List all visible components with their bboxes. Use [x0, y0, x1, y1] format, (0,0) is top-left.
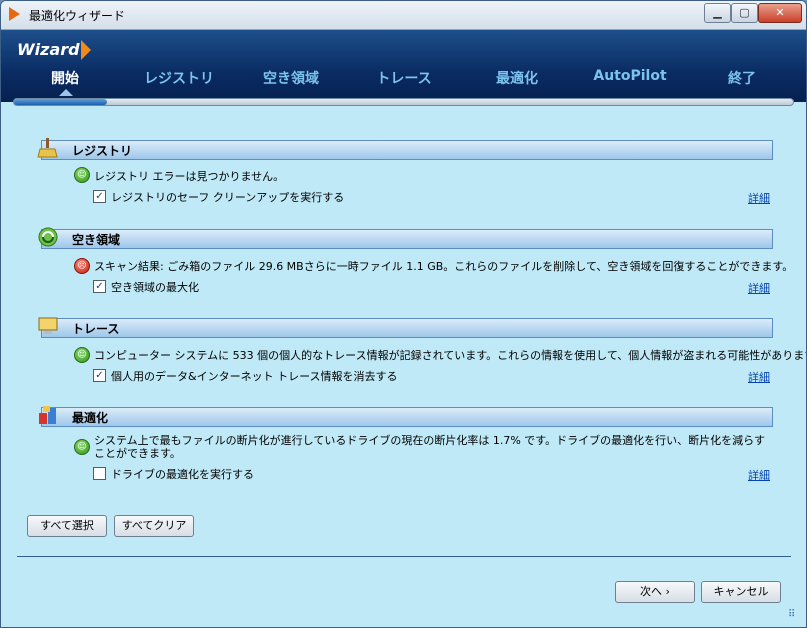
optimize-checkbox-label[interactable]: ドライブの最適化を実行する: [111, 466, 254, 482]
monitor-icon: [38, 317, 58, 334]
optimize-message: システム上で最もファイルの断片化が進行しているドライブの現在の断片化率は 1.7…: [94, 434, 765, 460]
wizard-progress-fill: [14, 99, 108, 105]
defrag-icon: [39, 406, 56, 424]
tab-start[interactable]: 開始: [45, 68, 85, 88]
traces-checkbox-label[interactable]: 個人用のデータ&インターネット トレース情報を消去する: [111, 368, 398, 384]
free-space-message: スキャン結果: ごみ箱のファイル 29.6 MBさらに一時ファイル 1.1 GB…: [94, 260, 794, 273]
tab-autopilot[interactable]: AutoPilot: [589, 68, 671, 84]
app-icon: [9, 7, 20, 21]
tab-traces[interactable]: トレース: [369, 68, 439, 88]
wizard-header: Wizard 開始 レジストリ 空き領域 トレース 最適化 AutoPilot …: [1, 30, 806, 102]
status-ok-icon: ☺: [74, 167, 90, 183]
footer-divider: [17, 556, 791, 557]
next-button[interactable]: 次へ ›: [615, 581, 695, 603]
free-space-detail-link[interactable]: 詳細: [748, 280, 770, 296]
active-tab-caret-icon: [59, 89, 73, 96]
registry-checkbox-label[interactable]: レジストリのセーフ クリーンアップを実行する: [111, 189, 344, 205]
minimize-button[interactable]: ▁: [704, 3, 731, 23]
traces-detail-link[interactable]: 詳細: [748, 369, 770, 385]
select-all-button[interactable]: すべて選択: [27, 515, 107, 537]
close-button[interactable]: ✕: [758, 3, 802, 23]
section-header-traces: トレース: [41, 318, 773, 338]
optimize-checkbox[interactable]: [93, 467, 106, 480]
section-header-registry: レジストリ: [41, 140, 773, 160]
registry-detail-link[interactable]: 詳細: [748, 190, 770, 206]
resize-grip-icon[interactable]: ⠿: [788, 608, 802, 622]
tab-free-space[interactable]: 空き領域: [253, 68, 329, 88]
cancel-button[interactable]: キャンセル: [701, 581, 781, 603]
section-title-free-space: 空き領域: [72, 233, 121, 247]
traces-message: コンピューター システムに 533 個の個人的なトレース情報が記録されています。…: [94, 349, 807, 362]
maximize-button[interactable]: ▢: [731, 3, 758, 23]
registry-message: レジストリ エラーは見つかりません。: [94, 170, 285, 183]
status-ok-icon: ☺: [74, 439, 90, 455]
free-space-checkbox[interactable]: ✓: [93, 280, 106, 293]
registry-checkbox[interactable]: ✓: [93, 190, 106, 203]
traces-checkbox[interactable]: ✓: [93, 369, 106, 382]
tab-finish[interactable]: 終了: [719, 68, 765, 88]
wizard-progress-bar: [13, 98, 794, 106]
section-header-free-space: 空き領域: [41, 229, 773, 249]
section-title-traces: トレース: [72, 322, 120, 336]
next-button-label: 次へ: [640, 585, 663, 598]
section-title-registry: レジストリ: [72, 144, 133, 158]
window-title: 最適化ウィザード: [29, 9, 126, 23]
tab-registry[interactable]: レジストリ: [141, 68, 217, 88]
status-ok-icon: ☺: [74, 347, 90, 363]
wizard-window: 最適化ウィザード ▁ ▢ ✕ Wizard 開始 レジストリ 空き領域 トレース…: [0, 0, 807, 628]
clear-all-button[interactable]: すべてクリア: [114, 515, 194, 537]
free-space-checkbox-label[interactable]: 空き領域の最大化: [111, 279, 199, 295]
section-header-optimize: 最適化: [41, 407, 773, 427]
title-bar: 最適化ウィザード ▁ ▢ ✕: [1, 1, 806, 30]
logo-chevron-icon: [81, 40, 91, 60]
recycle-icon: [38, 227, 58, 247]
broom-icon: [37, 138, 58, 158]
wizard-logo: Wizard: [17, 40, 80, 59]
section-title-optimize: 最適化: [72, 411, 109, 425]
optimize-detail-link[interactable]: 詳細: [748, 467, 770, 483]
status-error-icon: ☹: [74, 258, 90, 274]
tab-optimize[interactable]: 最適化: [485, 68, 549, 88]
